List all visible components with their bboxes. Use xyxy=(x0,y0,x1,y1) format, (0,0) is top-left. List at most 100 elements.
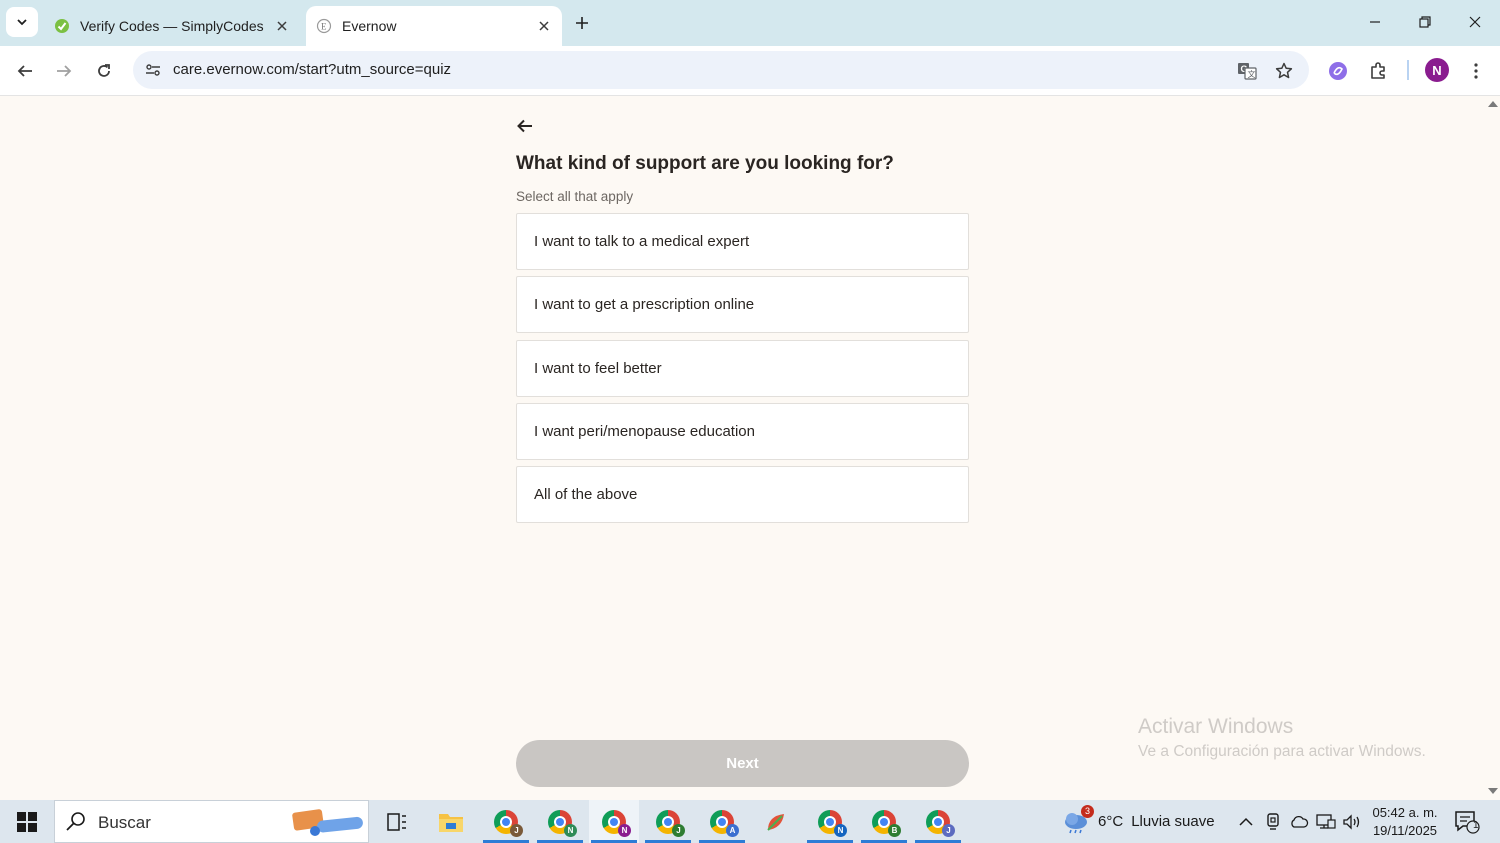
folder-icon xyxy=(439,813,463,832)
volume-icon[interactable] xyxy=(1341,811,1363,833)
chevron-down-icon xyxy=(17,19,27,26)
svg-text:文: 文 xyxy=(1248,69,1256,79)
notification-count: 1 xyxy=(1473,820,1479,831)
close-tab-icon[interactable] xyxy=(270,14,294,38)
profile-avatar[interactable]: N xyxy=(1425,58,1449,82)
windows-activation-title: Activar Windows xyxy=(1138,715,1294,738)
chrome-taskbar-app[interactable]: B xyxy=(859,800,909,843)
profile-badge: J xyxy=(510,824,523,837)
option-prescription-online[interactable]: I want to get a prescription online xyxy=(516,276,969,333)
task-view-button[interactable] xyxy=(372,800,422,843)
translate-icon[interactable]: G文 xyxy=(1234,58,1260,84)
clock-time: 05:42 a. m. xyxy=(1372,805,1438,820)
back-button[interactable] xyxy=(9,55,41,87)
tab-search-button[interactable] xyxy=(6,7,38,37)
puzzle-icon xyxy=(1371,62,1385,79)
more-vertical-icon xyxy=(1474,63,1478,79)
svg-text:E: E xyxy=(321,22,327,32)
search-icon xyxy=(66,812,85,831)
system-clock[interactable]: 05:42 a. m. 19/11/2025 xyxy=(1364,804,1446,840)
profile-badge: J xyxy=(672,824,685,837)
tab-simplycodes[interactable]: Verify Codes — SimplyCodes xyxy=(44,6,300,46)
option-medical-expert[interactable]: I want to talk to a medical expert xyxy=(516,213,969,270)
restore-icon xyxy=(1419,16,1431,28)
meet-now-icon[interactable] xyxy=(1262,811,1284,833)
profile-badge: N xyxy=(834,824,847,837)
page-scrollbar[interactable] xyxy=(1486,97,1500,800)
option-feel-better[interactable]: I want to feel better xyxy=(516,340,969,397)
tab-strip: Verify Codes — SimplyCodes E Evernow xyxy=(0,0,1500,46)
url-text: care.evernow.com/start?utm_source=quiz xyxy=(173,61,452,78)
arrow-right-icon xyxy=(57,65,72,77)
page-content: What kind of support are you looking for… xyxy=(0,97,1486,800)
extension-swirl-button[interactable] xyxy=(1322,55,1354,87)
profile-badge: B xyxy=(888,824,901,837)
new-tab-button[interactable] xyxy=(568,9,596,37)
chrome-taskbar-app[interactable]: J xyxy=(643,800,693,843)
leaf-app-icon xyxy=(767,813,784,831)
weather-condition: Lluvia suave xyxy=(1131,813,1215,830)
simplycodes-icon xyxy=(54,18,70,34)
chrome-taskbar-app-active[interactable]: N xyxy=(589,800,639,843)
select-hint: Select all that apply xyxy=(516,189,634,204)
quiz-back-button[interactable] xyxy=(512,114,538,138)
browser-menu-button[interactable] xyxy=(1460,55,1492,87)
chrome-taskbar-app[interactable]: N xyxy=(535,800,585,843)
tab-title: Evernow xyxy=(342,18,397,34)
profile-badge: N xyxy=(564,824,577,837)
reload-button[interactable] xyxy=(88,55,120,87)
option-all-of-the-above[interactable]: All of the above xyxy=(516,466,969,523)
search-placeholder: Buscar xyxy=(98,813,151,832)
option-menopause-education[interactable]: I want peri/menopause education xyxy=(516,403,969,460)
onedrive-cloud-icon[interactable] xyxy=(1288,811,1310,833)
windows-taskbar: Buscar J N N J A N B J 3 6°C Lluvia suav… xyxy=(0,800,1500,843)
rain-cloud-icon: 3 xyxy=(1062,804,1094,834)
profile-badge: J xyxy=(942,824,955,837)
scroll-down-icon[interactable] xyxy=(1488,788,1498,794)
close-tab-icon[interactable] xyxy=(532,14,556,38)
bookmark-star-icon[interactable] xyxy=(1271,58,1297,84)
toolbar-divider xyxy=(1407,60,1409,80)
arrow-left-icon xyxy=(17,65,32,77)
address-bar[interactable]: care.evernow.com/start?utm_source=quiz G… xyxy=(133,51,1309,89)
weather-widget[interactable]: 3 6°C Lluvia suave xyxy=(1062,800,1232,843)
taskbar-search[interactable]: Buscar xyxy=(54,800,369,843)
minimize-button[interactable] xyxy=(1350,0,1400,44)
weather-alert-badge: 3 xyxy=(1081,804,1094,818)
tab-title: Verify Codes — SimplyCodes xyxy=(80,18,264,34)
tab-evernow[interactable]: E Evernow xyxy=(306,6,562,46)
extension-logo-icon xyxy=(1329,62,1347,80)
plus-icon xyxy=(576,17,588,29)
arrow-left-icon xyxy=(517,119,532,133)
windows-logo-icon xyxy=(17,811,37,832)
question-heading: What kind of support are you looking for… xyxy=(516,153,894,174)
chrome-taskbar-app[interactable]: N xyxy=(805,800,855,843)
start-button[interactable] xyxy=(0,800,54,843)
leaf-app-button[interactable] xyxy=(751,800,801,843)
profile-badge: A xyxy=(726,824,739,837)
file-explorer-button[interactable] xyxy=(426,800,476,843)
task-view-icon xyxy=(387,812,406,831)
close-icon xyxy=(1469,16,1481,28)
extensions-button[interactable] xyxy=(1362,55,1394,87)
network-icon[interactable] xyxy=(1315,811,1337,833)
chrome-taskbar-app[interactable]: A xyxy=(697,800,747,843)
profile-badge: N xyxy=(618,824,631,837)
evernow-icon: E xyxy=(316,18,332,34)
clock-date: 19/11/2025 xyxy=(1372,823,1438,838)
reload-icon xyxy=(98,64,110,77)
weather-temp: 6°C xyxy=(1098,813,1124,830)
scroll-up-icon[interactable] xyxy=(1488,101,1498,107)
browser-toolbar: care.evernow.com/start?utm_source=quiz G… xyxy=(0,46,1500,96)
chevron-up-icon[interactable] xyxy=(1235,811,1257,833)
chrome-taskbar-app[interactable]: J xyxy=(913,800,963,843)
windows-activation-subtitle: Ve a Configuración para activar Windows. xyxy=(1138,743,1426,760)
next-button[interactable]: Next xyxy=(516,740,969,787)
notification-center-button[interactable]: 1 xyxy=(1452,809,1482,835)
close-window-button[interactable] xyxy=(1450,0,1500,44)
forward-button[interactable] xyxy=(48,55,80,87)
restore-button[interactable] xyxy=(1400,0,1450,44)
chrome-taskbar-app[interactable]: J xyxy=(481,800,531,843)
site-info-icon[interactable] xyxy=(139,56,167,84)
minimize-icon xyxy=(1370,21,1380,23)
